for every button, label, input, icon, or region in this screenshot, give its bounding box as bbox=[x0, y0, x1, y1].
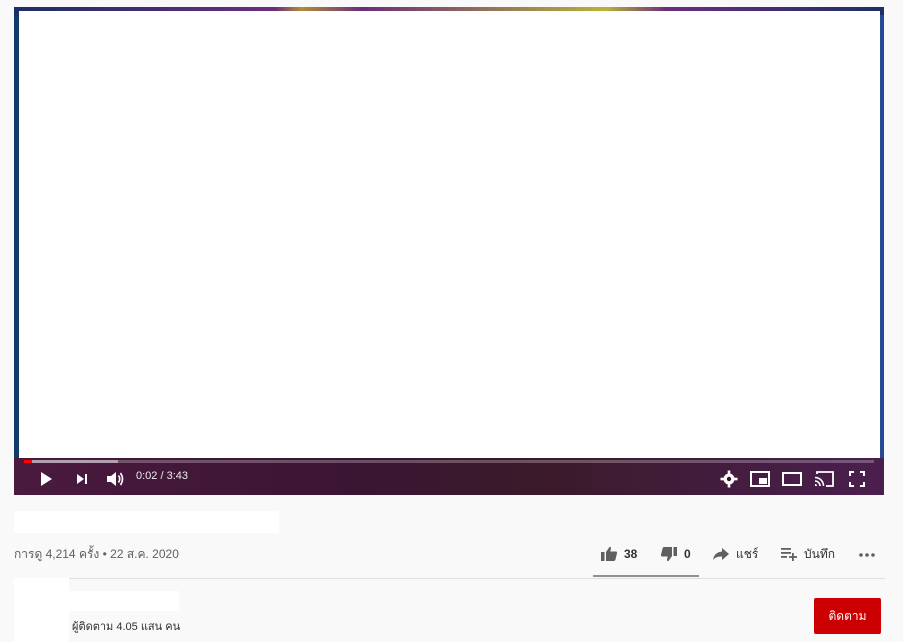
volume-button[interactable] bbox=[102, 467, 128, 491]
progress-buffer bbox=[24, 460, 118, 463]
play-icon bbox=[38, 471, 54, 487]
fullscreen-button[interactable] bbox=[845, 467, 869, 491]
dislike-count: 0 bbox=[684, 547, 691, 561]
like-ratio-bar bbox=[593, 575, 699, 577]
dislike-button[interactable]: 0 bbox=[660, 543, 691, 565]
divider bbox=[14, 578, 885, 579]
more-actions-button[interactable] bbox=[858, 543, 876, 565]
volume-icon bbox=[105, 470, 125, 488]
share-arrow-icon bbox=[712, 546, 730, 562]
fullscreen-icon bbox=[849, 471, 865, 487]
video-meta: การดู 4,214 ครั้ง • 22 ส.ค. 2020 bbox=[14, 547, 179, 561]
save-label: บันทึก bbox=[804, 546, 835, 561]
cast-button[interactable] bbox=[812, 467, 836, 491]
settings-icon bbox=[720, 470, 738, 488]
video-frame[interactable] bbox=[19, 11, 880, 458]
next-button[interactable] bbox=[70, 467, 94, 491]
share-button[interactable]: แชร์ bbox=[712, 543, 758, 565]
progress-played bbox=[24, 460, 32, 463]
play-button[interactable] bbox=[34, 467, 58, 491]
miniplayer-icon bbox=[750, 471, 770, 487]
subscriber-count: ผู้ติดตาม 4.05 แสน คน bbox=[72, 621, 181, 633]
thumbs-up-icon bbox=[600, 546, 618, 562]
cast-icon bbox=[814, 471, 834, 487]
time-display: 0:02 / 3:43 bbox=[136, 470, 188, 482]
channel-name[interactable] bbox=[69, 591, 179, 611]
theater-mode-button[interactable] bbox=[780, 467, 804, 491]
next-icon bbox=[74, 471, 90, 487]
playlist-add-icon bbox=[780, 546, 798, 562]
video-player[interactable]: 0:02 / 3:43 bbox=[14, 7, 884, 495]
video-title bbox=[14, 511, 279, 533]
progress-bar[interactable] bbox=[24, 460, 874, 463]
subscribe-button[interactable]: ติดตาม bbox=[814, 598, 881, 634]
miniplayer-button[interactable] bbox=[748, 467, 772, 491]
settings-button[interactable] bbox=[717, 467, 741, 491]
like-button[interactable]: 38 bbox=[600, 543, 637, 565]
save-button[interactable]: บันทึก bbox=[780, 543, 835, 565]
channel-avatar[interactable] bbox=[14, 578, 69, 642]
more-horiz-icon bbox=[858, 547, 876, 561]
theater-icon bbox=[782, 472, 802, 486]
like-count: 38 bbox=[624, 547, 638, 561]
thumbs-down-icon bbox=[660, 546, 678, 562]
share-label: แชร์ bbox=[736, 546, 759, 561]
